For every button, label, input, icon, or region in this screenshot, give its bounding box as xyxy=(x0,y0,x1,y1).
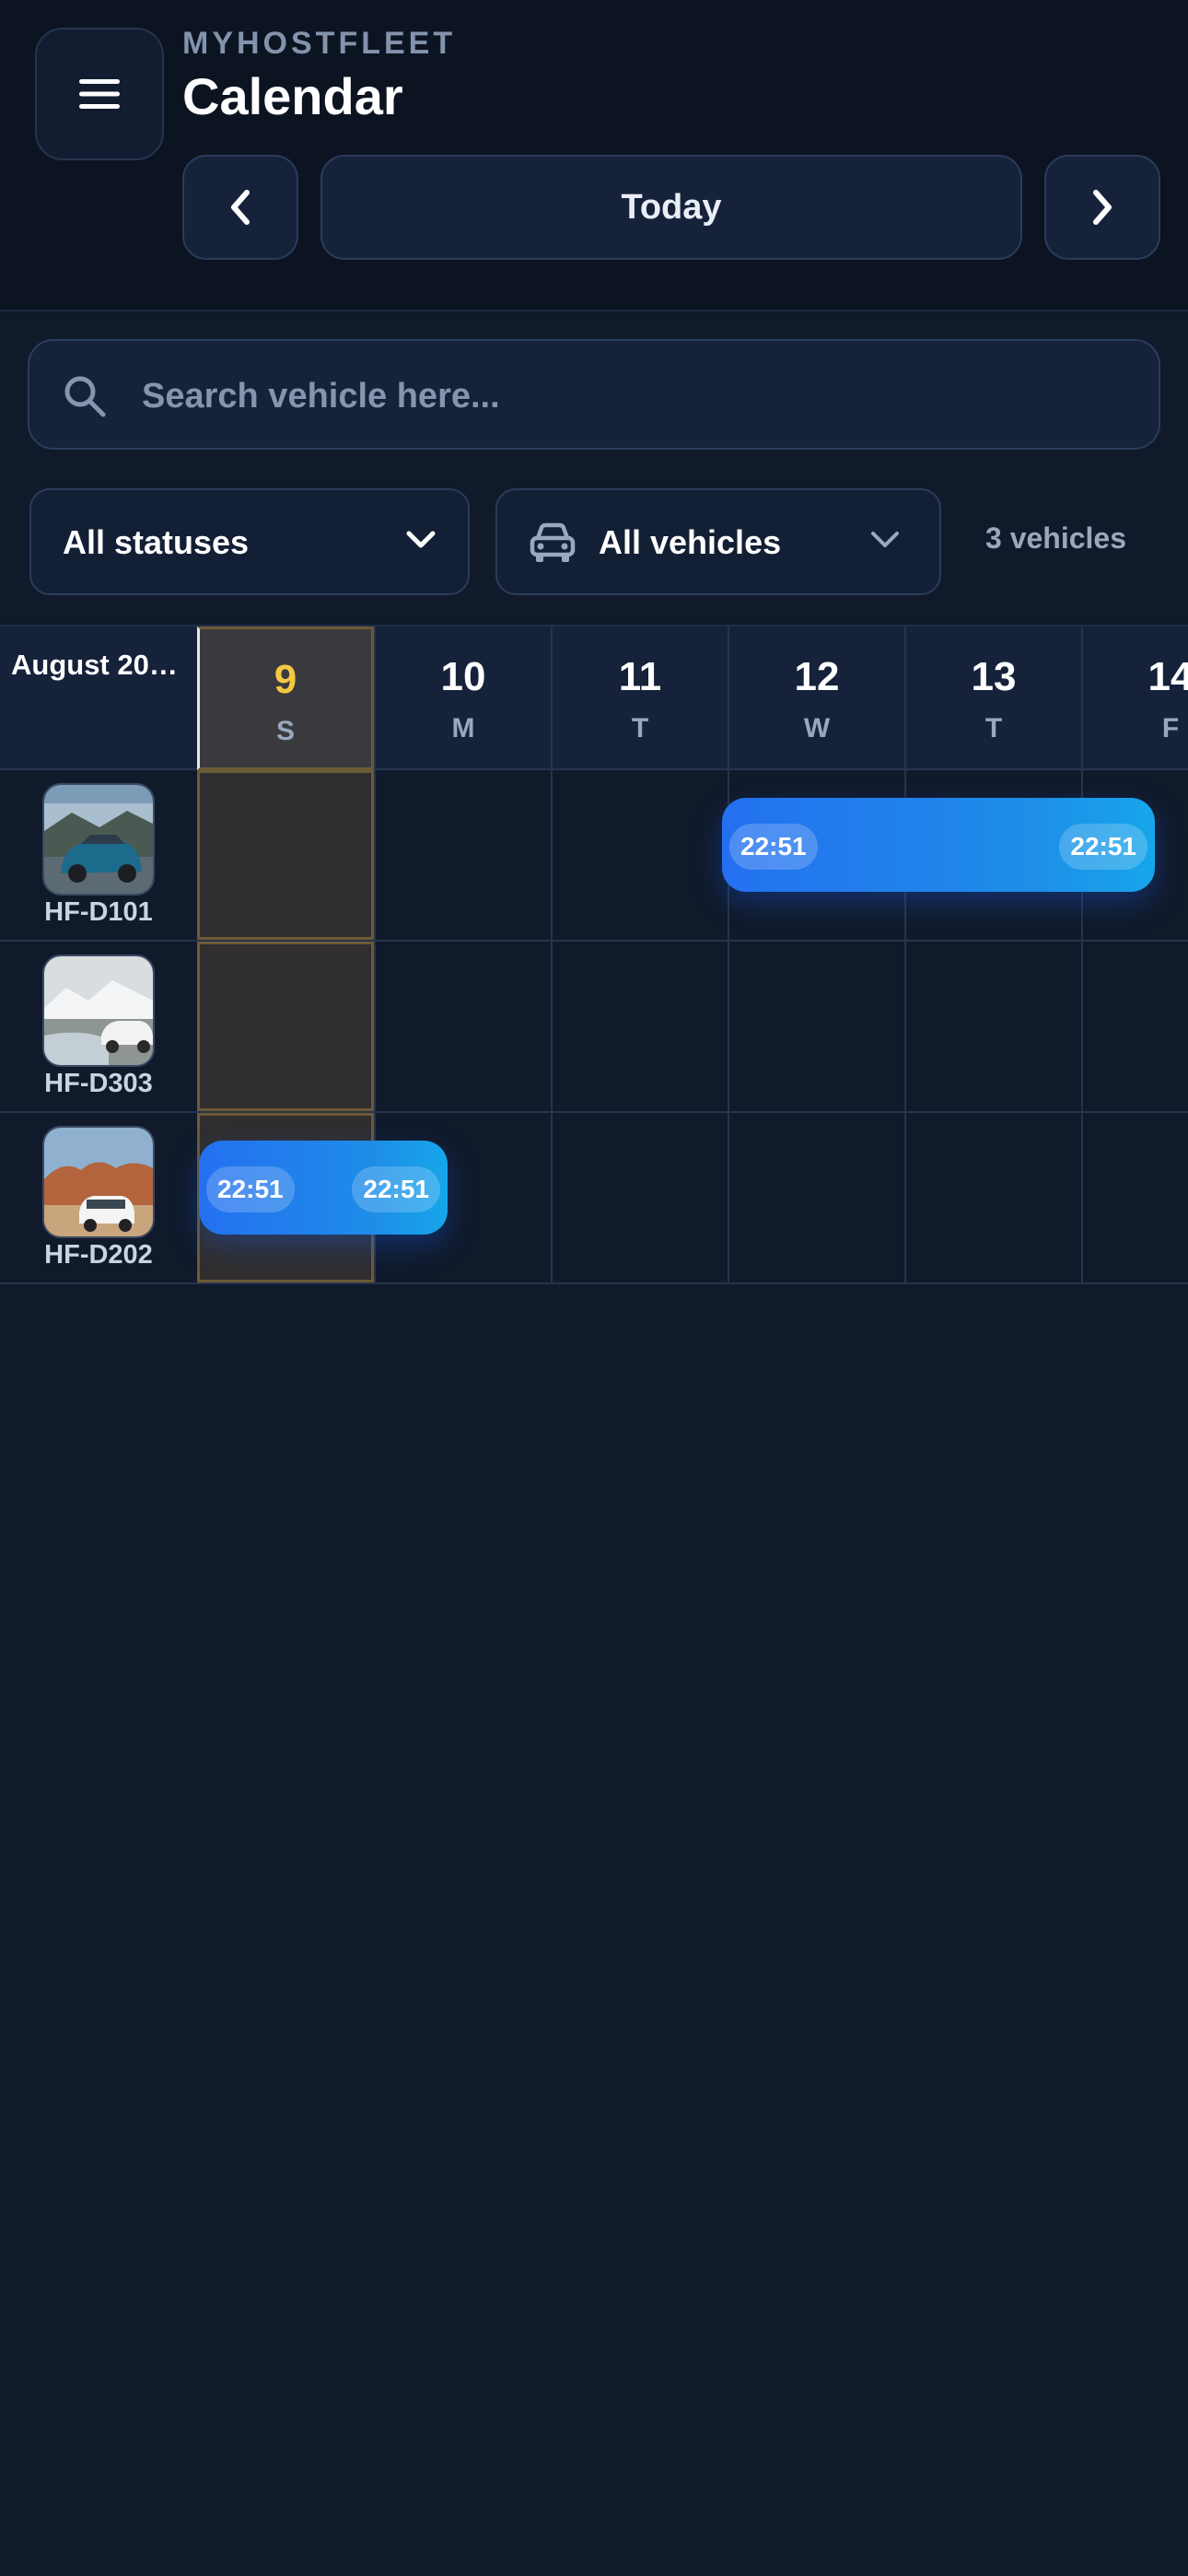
day-number: 9 xyxy=(274,657,297,702)
calendar-cell[interactable] xyxy=(728,1113,904,1282)
day-header-today[interactable]: 9 S xyxy=(197,626,374,770)
month-label: August 20… xyxy=(11,649,178,681)
calendar-cell[interactable] xyxy=(374,770,551,940)
search-bar xyxy=(28,339,1160,450)
previous-button[interactable] xyxy=(182,155,298,260)
booking-end-time: 22:51 xyxy=(352,1166,440,1212)
booking-bar[interactable]: 22:51 22:51 xyxy=(722,798,1155,892)
search-input[interactable] xyxy=(142,359,1136,433)
app-header: MYHOSTFLEET Calendar Today xyxy=(0,0,1188,311)
day-letter: T xyxy=(984,713,1003,744)
vehicle-plate: HF-D202 xyxy=(44,1240,153,1270)
hamburger-menu-icon xyxy=(79,79,120,109)
day-header[interactable]: 13 T xyxy=(904,626,1081,770)
calendar-cell[interactable] xyxy=(904,942,1081,1111)
calendar-cell[interactable] xyxy=(551,942,728,1111)
vehicle-plate: HF-D101 xyxy=(44,897,153,927)
day-number: 10 xyxy=(440,654,486,699)
day-number: 12 xyxy=(794,654,840,699)
vehicle-row: HF-D202 22:51 22:51 xyxy=(0,1113,1188,1284)
day-letter: M xyxy=(451,713,475,744)
brand-name: MYHOSTFLEET xyxy=(182,26,457,61)
calendar-cell[interactable] xyxy=(374,942,551,1111)
day-letter: S xyxy=(275,716,295,746)
calendar-cell[interactable] xyxy=(551,1113,728,1282)
next-button[interactable] xyxy=(1044,155,1160,260)
chevron-down-icon xyxy=(871,532,899,547)
page-title: Calendar xyxy=(182,67,403,125)
calendar-cell[interactable] xyxy=(1081,942,1188,1111)
search-icon xyxy=(64,376,106,417)
calendar-header-row: August 20… 9 S 10 M 11 T 12 W 13 T 14 F xyxy=(0,625,1188,770)
day-number: 14 xyxy=(1147,654,1188,699)
chevron-down-icon xyxy=(406,531,436,548)
vehicle-thumbnail xyxy=(42,1126,155,1238)
car-icon xyxy=(530,522,576,562)
day-number: 11 xyxy=(618,654,662,699)
calendar-cell[interactable] xyxy=(904,1113,1081,1282)
chevron-right-icon xyxy=(1093,190,1112,225)
vehicle-label[interactable]: HF-D303 xyxy=(0,942,197,1111)
calendar-cell[interactable] xyxy=(728,942,904,1111)
vehicle-row: HF-D101 22:51 22:51 xyxy=(0,770,1188,942)
calendar-cell[interactable] xyxy=(551,770,728,940)
vehicle-filter-label: All vehicles xyxy=(599,523,782,561)
booking-start-time: 22:51 xyxy=(729,824,818,870)
vehicle-label[interactable]: HF-D101 xyxy=(0,770,197,940)
booking-end-time: 22:51 xyxy=(1059,824,1147,870)
day-header[interactable]: 12 W xyxy=(728,626,904,770)
day-letter: T xyxy=(631,713,649,744)
vehicle-filter-dropdown[interactable]: All vehicles xyxy=(495,488,941,595)
day-number: 13 xyxy=(971,654,1017,699)
vehicle-row: HF-D303 xyxy=(0,942,1188,1113)
vehicle-thumbnail xyxy=(42,954,155,1067)
vehicle-thumbnail xyxy=(42,783,155,896)
day-letter: F xyxy=(1161,713,1180,744)
menu-button[interactable] xyxy=(35,28,164,160)
chevron-left-icon xyxy=(231,190,250,225)
calendar-cell-today[interactable] xyxy=(197,942,374,1111)
booking-bar[interactable]: 22:51 22:51 xyxy=(199,1141,448,1235)
vehicle-count: 3 vehicles xyxy=(985,521,1126,555)
vehicle-plate: HF-D303 xyxy=(44,1069,153,1098)
calendar-grid: August 20… 9 S 10 M 11 T 12 W 13 T 14 F xyxy=(0,625,1188,1284)
vehicle-label[interactable]: HF-D202 xyxy=(0,1113,197,1282)
status-filter-dropdown[interactable]: All statuses xyxy=(29,488,470,595)
calendar-cell[interactable] xyxy=(1081,1113,1188,1282)
day-letter: W xyxy=(803,713,831,744)
booking-start-time: 22:51 xyxy=(206,1166,295,1212)
today-button[interactable]: Today xyxy=(320,155,1022,260)
day-header[interactable]: 10 M xyxy=(374,626,551,770)
calendar-cell-today[interactable] xyxy=(197,770,374,940)
status-filter-label: All statuses xyxy=(63,523,250,561)
day-header[interactable]: 11 T xyxy=(551,626,728,770)
day-header[interactable]: 14 F xyxy=(1081,626,1188,770)
